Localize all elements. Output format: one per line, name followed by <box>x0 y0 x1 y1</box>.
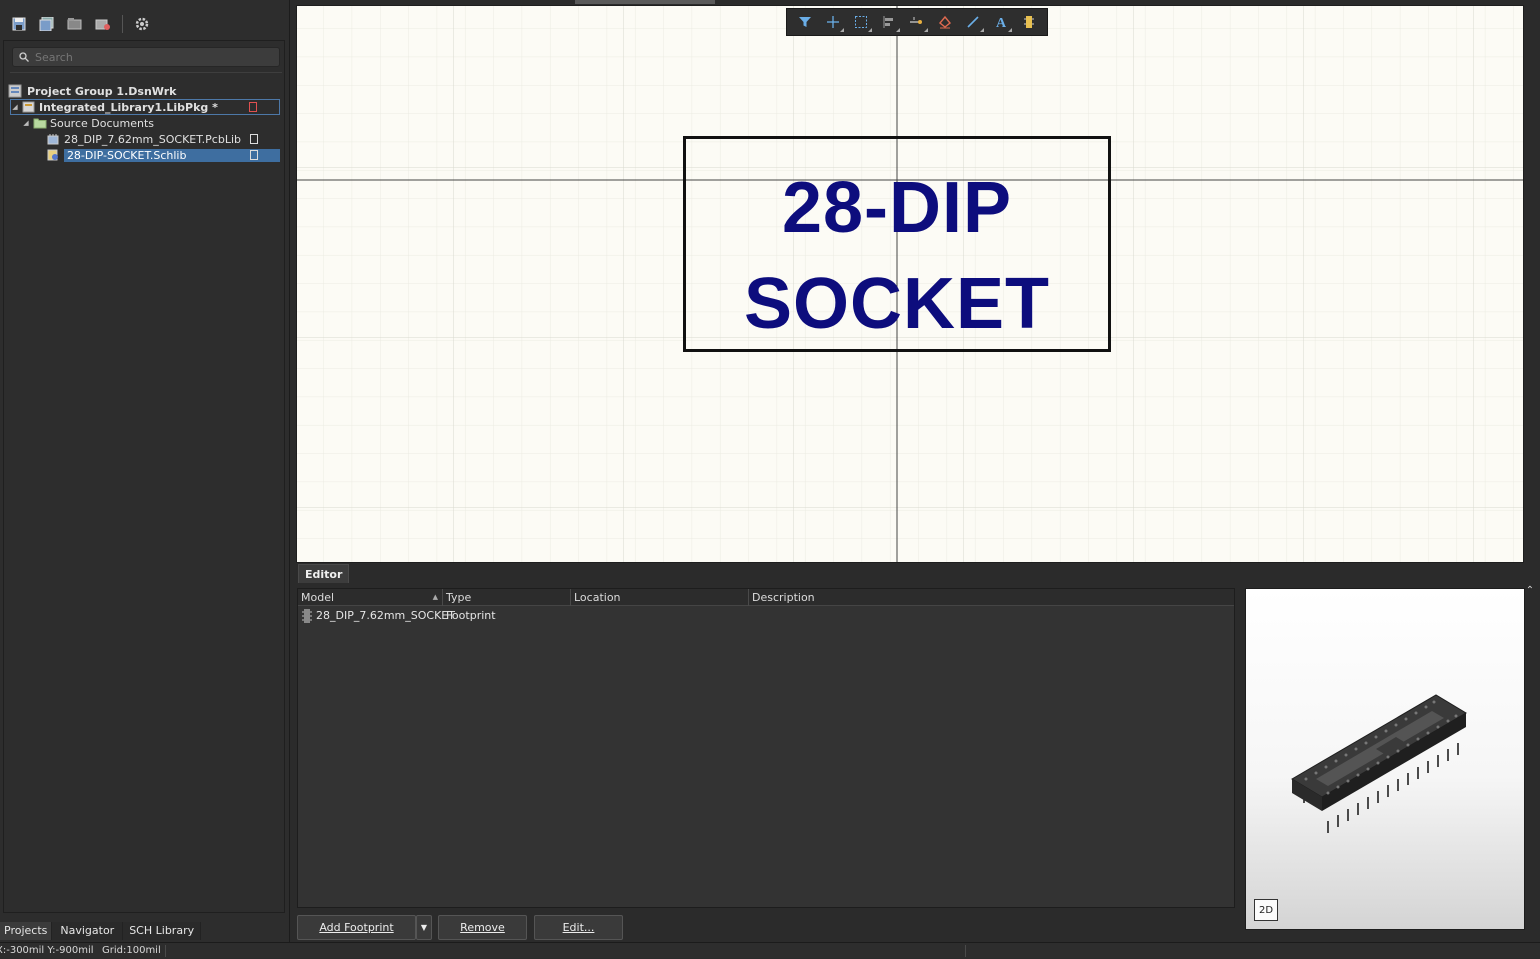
panel-tabs: Projects Navigator SCH Library <box>0 922 202 940</box>
symbol-text-line2[interactable]: SOCKET <box>686 263 1108 345</box>
divider <box>10 72 282 73</box>
gear-icon[interactable] <box>131 13 153 35</box>
schematic-library-icon <box>47 149 58 161</box>
tree-item-label: 28_DIP_7.62mm_SOCKET.PcbLib <box>64 132 241 146</box>
search-field[interactable] <box>12 47 280 67</box>
document-icon <box>250 134 258 144</box>
tree-item-project-group[interactable]: Project Group 1.DsnWrk <box>8 83 176 99</box>
align-icon[interactable] <box>877 10 901 34</box>
tree-item-source-documents[interactable]: ◢ Source Documents <box>22 115 154 131</box>
place-text-icon[interactable]: A <box>989 10 1013 34</box>
search-icon <box>19 52 29 62</box>
model-3d-preview[interactable]: 2D <box>1245 588 1525 930</box>
table-header: Model ▲ Type Location Description <box>298 589 1234 606</box>
save-icon[interactable] <box>8 13 30 35</box>
workspace-icon <box>8 84 22 98</box>
place-part-icon[interactable] <box>1017 10 1041 34</box>
collapse-arrow-icon[interactable]: ◢ <box>11 103 19 111</box>
select-rectangle-icon[interactable] <box>849 10 873 34</box>
footprint-icon <box>302 609 312 623</box>
document-icon <box>250 150 258 160</box>
place-pin-icon[interactable] <box>905 10 929 34</box>
tab-projects[interactable]: Projects <box>0 922 53 940</box>
projects-toolbar <box>4 10 286 38</box>
filter-icon[interactable] <box>793 10 817 34</box>
projects-panel: Project Group 1.DsnWrk ◢ Integrated_Libr… <box>0 0 290 942</box>
projects-tree-panel: Project Group 1.DsnWrk ◢ Integrated_Libr… <box>3 40 285 913</box>
component-symbol-body[interactable]: 28-DIP SOCKET <box>683 136 1111 352</box>
toggle-2d-button[interactable]: 2D <box>1254 899 1278 921</box>
modified-document-icon <box>249 102 257 112</box>
save-all-icon[interactable] <box>36 13 58 35</box>
tree-item-label: Integrated_Library1.LibPkg * <box>39 100 218 114</box>
library-package-icon <box>22 101 35 113</box>
tree-item-label: Project Group 1.DsnWrk <box>27 84 177 98</box>
collapse-arrow-icon[interactable]: ◢ <box>22 119 30 127</box>
tab-editor[interactable]: Editor <box>298 564 350 583</box>
sort-ascending-icon: ▲ <box>432 593 438 601</box>
move-crosshair-icon[interactable] <box>821 10 845 34</box>
grid-size: Grid:100mil <box>102 945 161 956</box>
place-ieee-symbol-icon[interactable] <box>933 10 957 34</box>
tab-sch-library[interactable]: SCH Library <box>123 922 202 940</box>
document-tab-strip <box>575 0 715 4</box>
search-input[interactable] <box>35 50 265 64</box>
models-table: Model ▲ Type Location Description 28_DIP… <box>297 588 1235 908</box>
tree-item-pcblib[interactable]: 28_DIP_7.62mm_SOCKET.PcbLib <box>47 131 280 147</box>
editor-tab-bar: Editor <box>296 564 1524 584</box>
active-bar: A <box>786 8 1048 36</box>
column-header-type[interactable]: Type <box>442 589 570 606</box>
chevron-down-icon: ▼ <box>420 923 428 932</box>
tree-item-label: Source Documents <box>50 116 154 130</box>
folder-icon <box>33 118 47 129</box>
symbol-text-line1[interactable]: 28-DIP <box>686 167 1108 249</box>
place-line-icon[interactable] <box>961 10 985 34</box>
status-divider <box>965 945 966 957</box>
column-header-location[interactable]: Location <box>570 589 748 606</box>
column-label: Model <box>301 591 335 604</box>
tree-item-library-package[interactable]: ◢ Integrated_Library1.LibPkg * <box>10 99 280 115</box>
edit-button[interactable]: Edit... <box>534 915 623 940</box>
tab-navigator[interactable]: Navigator <box>52 922 124 940</box>
cell-type: Footprint <box>446 609 496 622</box>
dip-socket-3d-model <box>1291 694 1467 833</box>
project-options-icon[interactable] <box>92 13 114 35</box>
tree-item-label: 28-DIP-SOCKET.Schlib <box>63 148 280 162</box>
svg-text:A: A <box>996 16 1007 29</box>
tree-item-schlib[interactable]: 28-DIP-SOCKET.Schlib <box>47 147 280 163</box>
compile-icon[interactable] <box>64 13 86 35</box>
status-bar: X:-300mil Y:-900mil Grid:100mil <box>0 942 1540 958</box>
remove-button[interactable]: Remove <box>438 915 527 940</box>
column-header-model[interactable]: Model ▲ <box>298 589 442 606</box>
pcb-library-icon <box>47 134 59 145</box>
toolbar-divider <box>122 15 123 33</box>
schematic-canvas[interactable]: 28-DIP SOCKET A <box>296 5 1524 563</box>
cursor-coordinates: X:-300mil Y:-900mil <box>0 945 94 956</box>
column-header-description[interactable]: Description <box>748 589 1234 606</box>
cell-model: 28_DIP_7.62mm_SOCKET <box>316 609 455 622</box>
add-footprint-button[interactable]: Add Footprint <box>297 915 416 940</box>
add-model-dropdown-button[interactable]: ▼ <box>416 915 432 940</box>
status-divider <box>165 945 166 957</box>
